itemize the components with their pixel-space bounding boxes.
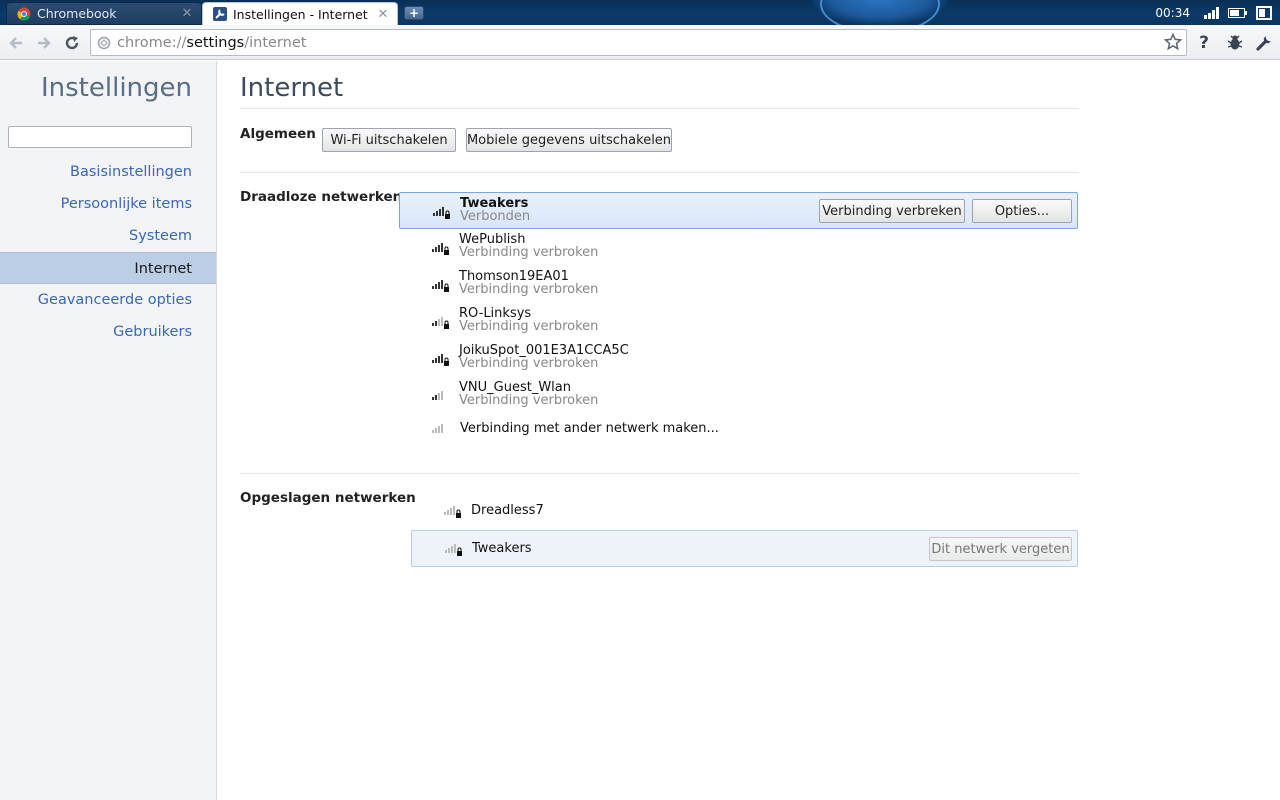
divider	[240, 172, 1079, 173]
wifi-signal-locked-icon	[432, 243, 449, 255]
section-label-wireless: Draadloze netwerken	[240, 189, 403, 205]
help-icon: ?	[1199, 33, 1209, 53]
reload-button[interactable]	[62, 33, 82, 53]
tab-title: Instellingen - Internet	[233, 6, 368, 22]
browser-toolbar: chrome://settings/internet ?	[0, 25, 1280, 60]
network-status: Verbonden	[460, 209, 531, 224]
sidebar-title: Instellingen	[40, 73, 192, 103]
wrench-menu-button[interactable]	[1254, 33, 1274, 53]
address-bar[interactable]: chrome://settings/internet	[90, 29, 1187, 56]
section-label-saved: Opgeslagen netwerken	[240, 490, 416, 506]
tab-strip: Chromebook ✕ Instellingen - Internet ✕ +…	[0, 0, 1280, 34]
sidebar-item-geavanceerde-opties[interactable]: Geavanceerde opties	[0, 284, 216, 316]
section-label-general: Algemeen	[240, 126, 316, 142]
settings-main: Internet Algemeen Wi-Fi uitschakelen Mob…	[240, 61, 1080, 567]
saved-network-name: Dreadless7	[471, 503, 544, 518]
settings-sidebar: Instellingen Basisinstellingen Persoonli…	[0, 61, 217, 800]
bug-icon	[1227, 35, 1243, 50]
bookmark-star-icon[interactable]	[1164, 33, 1182, 51]
tab-title: Chromebook	[37, 6, 117, 21]
tab-close-icon[interactable]: ✕	[181, 6, 193, 21]
page-icon	[97, 36, 111, 49]
wifi-signal-locked-icon	[432, 280, 449, 292]
network-status: Verbinding verbroken	[459, 282, 599, 297]
network-row[interactable]: Tweakers Verbonden Verbinding verbreken …	[399, 192, 1078, 229]
back-button[interactable]	[6, 33, 26, 53]
divider	[240, 108, 1079, 109]
chrome-logo-icon	[17, 7, 31, 21]
new-tab-button[interactable]: +	[404, 6, 424, 20]
battery-icon	[1228, 7, 1247, 18]
network-row[interactable]: Thomson19EA01 Verbinding verbroken	[399, 266, 1078, 303]
signal-strength-icon	[1204, 6, 1219, 19]
help-button[interactable]: ?	[1194, 33, 1214, 53]
page-title: Internet	[240, 73, 344, 103]
network-status: Verbinding verbroken	[459, 393, 599, 408]
network-row[interactable]: RO-Linksys Verbinding verbroken	[399, 303, 1078, 340]
network-row[interactable]: VNU_Guest_Wlan Verbinding verbroken	[399, 377, 1078, 414]
wifi-signal-locked-icon	[432, 317, 449, 329]
saved-network-row[interactable]: Dreadless7	[411, 493, 1078, 530]
wifi-signal-icon	[432, 391, 443, 400]
sidebar-item-gebruikers[interactable]: Gebruikers	[0, 316, 216, 348]
other-network-label: Verbinding met ander netwerk maken...	[460, 421, 719, 436]
wrench-icon	[1256, 36, 1271, 51]
network-status: Verbinding verbroken	[459, 319, 599, 334]
system-tray[interactable]: 00:34	[1155, 0, 1280, 25]
sidebar-item-systeem[interactable]: Systeem	[0, 220, 216, 252]
wifi-signal-locked-icon	[444, 506, 461, 518]
tab-close-icon[interactable]: ✕	[377, 7, 389, 22]
arrow-left-icon	[9, 37, 22, 49]
forward-button[interactable]	[34, 33, 54, 53]
window-mode-icon[interactable]	[1256, 5, 1272, 20]
network-status: Verbinding verbroken	[459, 245, 599, 260]
wifi-signal-locked-icon	[432, 354, 449, 366]
reload-icon	[65, 36, 79, 50]
settings-search-input[interactable]	[8, 126, 192, 148]
tab-chromebook[interactable]: Chromebook ✕	[6, 2, 202, 25]
network-status: Verbinding verbroken	[459, 356, 599, 371]
wifi-signal-empty-icon	[432, 424, 443, 433]
saved-network-name: Tweakers	[472, 541, 532, 556]
forget-network-button[interactable]: Dit netwerk vergeten	[929, 537, 1072, 561]
disconnect-button[interactable]: Verbinding verbreken	[819, 199, 965, 223]
network-row[interactable]: JoikuSpot_001E3A1CCA5C Verbinding verbro…	[399, 340, 1078, 377]
url-text: chrome://settings/internet	[117, 34, 307, 51]
extension-button[interactable]	[1225, 33, 1245, 53]
sidebar-nav: Basisinstellingen Persoonlijke items Sys…	[0, 156, 216, 348]
sidebar-item-basisinstellingen[interactable]: Basisinstellingen	[0, 156, 216, 188]
wifi-signal-locked-icon	[433, 207, 450, 219]
saved-network-row[interactable]: Tweakers Dit netwerk vergeten	[411, 530, 1078, 567]
wifi-disable-button[interactable]: Wi-Fi uitschakelen	[322, 128, 456, 152]
tab-settings[interactable]: Instellingen - Internet ✕	[202, 2, 398, 25]
sidebar-item-internet[interactable]: Internet	[0, 252, 216, 284]
wallpaper-glow	[810, 0, 950, 34]
options-button[interactable]: Opties...	[972, 199, 1072, 223]
divider	[240, 473, 1079, 474]
clock: 00:34	[1155, 5, 1190, 20]
wrench-icon	[213, 7, 227, 21]
arrow-right-icon	[38, 37, 51, 49]
sidebar-item-persoonlijke-items[interactable]: Persoonlijke items	[0, 188, 216, 220]
network-row[interactable]: WePublish Verbinding verbroken	[399, 229, 1078, 266]
wifi-signal-locked-icon	[445, 544, 462, 556]
mobile-data-disable-button[interactable]: Mobiele gegevens uitschakelen	[466, 128, 672, 152]
